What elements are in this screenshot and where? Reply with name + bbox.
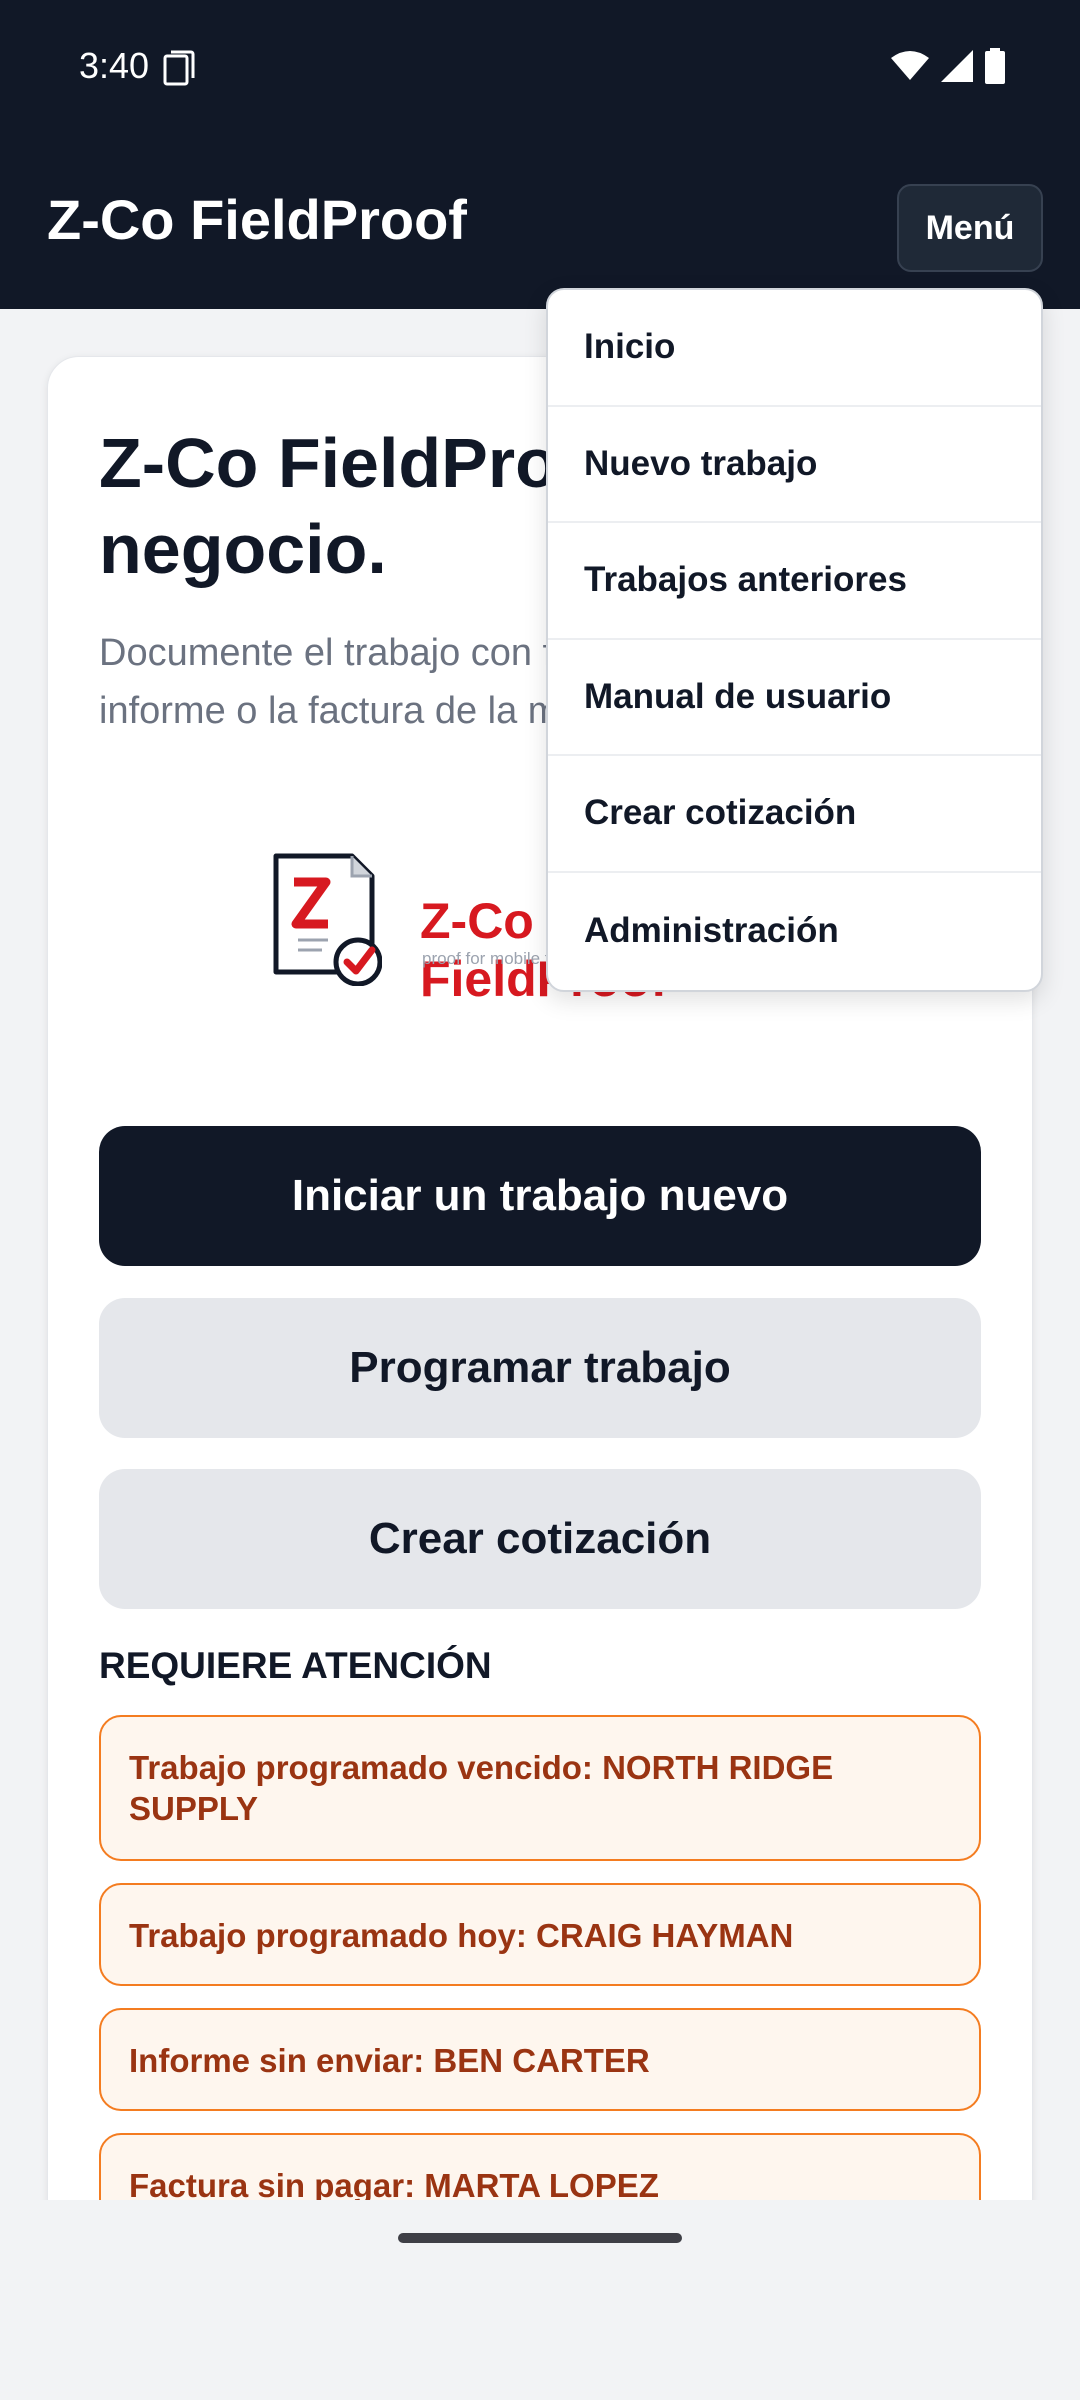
- start-new-job-button[interactable]: Iniciar un trabajo nuevo: [99, 1126, 981, 1266]
- status-time: 3:40: [79, 45, 150, 86]
- app-header: Z-Co FieldProof Menú: [0, 135, 1080, 309]
- attention-item[interactable]: Trabajo programado hoy: CRAIG HAYMAN: [99, 1883, 981, 1986]
- document-checkmark-icon: [273, 853, 382, 986]
- sim-card-icon: [163, 50, 195, 86]
- wifi-icon: [891, 51, 929, 80]
- menu-item-admin[interactable]: Administración: [548, 873, 1041, 990]
- menu-item-new-job[interactable]: Nuevo trabajo: [548, 407, 1041, 523]
- menu-button[interactable]: Menú: [897, 184, 1043, 272]
- schedule-job-button[interactable]: Programar trabajo: [99, 1298, 981, 1438]
- menu-item-user-manual[interactable]: Manual de usuario: [548, 640, 1041, 756]
- gesture-handle[interactable]: [398, 2233, 682, 2243]
- menu-item-create-quote[interactable]: Crear cotización: [548, 756, 1041, 873]
- battery-icon: [985, 48, 1005, 84]
- create-quote-button[interactable]: Crear cotización: [99, 1469, 981, 1609]
- status-bar: 3:40: [0, 0, 1080, 135]
- status-icons: [890, 48, 1006, 84]
- menu-item-home[interactable]: Inicio: [548, 290, 1041, 407]
- cellular-signal-icon: [941, 50, 973, 82]
- attention-item[interactable]: Factura sin pagar: MARTA LOPEZ: [99, 2133, 981, 2200]
- attention-item[interactable]: Trabajo programado vencido: NORTH RIDGE …: [99, 1715, 981, 1861]
- app-title: Z-Co FieldProof: [47, 188, 467, 251]
- system-nav-bar: [0, 2200, 1080, 2400]
- attention-item[interactable]: Informe sin enviar: BEN CARTER: [99, 2008, 981, 2111]
- menu-item-past-jobs[interactable]: Trabajos anteriores: [548, 523, 1041, 640]
- attention-section-title: REQUIERE ATENCIÓN: [99, 1645, 492, 1686]
- navigation-dropdown: Inicio Nuevo trabajo Trabajos anteriores…: [546, 288, 1043, 992]
